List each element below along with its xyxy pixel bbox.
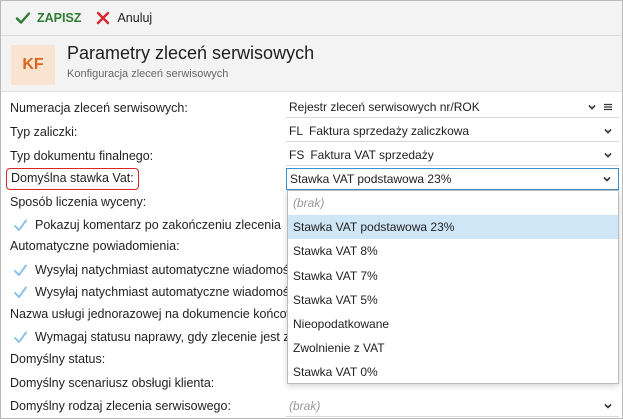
app-window: ZAPISZ Anuluj KF Parametry zleceń serwis… (0, 0, 623, 419)
typ-zaliczki-code: FL (289, 123, 304, 138)
numeracja-value: Rejestr zleceń serwisowych nr/ROK (289, 99, 480, 114)
wysylaj-email-checkbox[interactable]: Wysyłaj natychmiast automatyczne wiadomo… (13, 260, 323, 280)
pokazuj-komentarz-checkbox[interactable]: Pokazuj komentarz po zakończeniu zleceni… (13, 215, 281, 235)
numeracja-select[interactable]: Rejestr zleceń serwisowych nr/ROK (286, 96, 619, 118)
domyslny-rodzaj-label: Domyślny rodzaj zlecenia serwisowego: (10, 399, 231, 413)
nazwa-uslugi-label: Nazwa usługi jednorazowej na dokumencie … (10, 307, 316, 321)
typ-dokumentu-select[interactable]: FS Faktura VAT sprzedaży (286, 144, 619, 166)
dropdown-option[interactable]: Zwolnienie z VAT (288, 336, 618, 360)
chevron-down-icon (604, 152, 612, 158)
page-header: KF Parametry zleceń serwisowych Konfigur… (1, 36, 622, 92)
save-label: ZAPISZ (37, 11, 82, 25)
typ-dokumentu-label: Typ dokumentu finalnego: (10, 149, 154, 163)
hamburger-icon[interactable] (603, 102, 613, 112)
typ-zaliczki-value: Faktura sprzedaży zaliczkowa (309, 123, 470, 138)
wymagaj-statusu-label: Wymagaj statusu naprawy, gdy zlecenie je… (35, 330, 323, 344)
domyslny-rodzaj-value: (brak) (289, 398, 321, 413)
x-icon (97, 11, 110, 25)
stawka-vat-dropdown-list: (brak) Stawka VAT podstawowa 23% Stawka … (287, 190, 619, 384)
typ-zaliczki-select[interactable]: FL Faktura sprzedaży zaliczkowa (286, 120, 619, 142)
cancel-label: Anuluj (117, 11, 153, 25)
page-subtitle: Konfiguracja zleceń serwisowych (67, 68, 229, 80)
dropdown-option[interactable]: (brak) (288, 191, 618, 215)
dropdown-option[interactable]: Stawka VAT 5% (288, 288, 618, 312)
module-badge: KF (11, 45, 55, 85)
checkbox-checked-icon[interactable] (13, 218, 28, 233)
domyslny-rodzaj-select[interactable]: (brak) (286, 395, 619, 417)
domyslny-status-label: Domyślny status: (10, 352, 106, 366)
wysylaj-sms-checkbox[interactable]: Wysyłaj natychmiast automatyczne wiadomo… (13, 282, 329, 302)
typ-dokumentu-code: FS (289, 147, 305, 162)
check-icon (15, 12, 31, 24)
stawka-vat-label: Domyślna stawka Vat: (6, 168, 139, 190)
typ-zaliczki-label: Typ zaliczki: (10, 125, 78, 139)
checkbox-checked-icon[interactable] (13, 263, 28, 278)
dropdown-option[interactable]: Stawka VAT 7% (288, 264, 618, 288)
checkbox-checked-icon[interactable] (13, 330, 28, 345)
pokazuj-komentarz-label: Pokazuj komentarz po zakończeniu zleceni… (35, 218, 281, 232)
dropdown-option[interactable]: Stawka VAT podstawowa 23% (288, 215, 618, 240)
wymagaj-statusu-checkbox[interactable]: Wymagaj statusu naprawy, gdy zlecenie je… (13, 327, 323, 347)
auto-powiadomienia-label: Automatyczne powiadomienia: (10, 239, 180, 253)
typ-dokumentu-value: Faktura VAT sprzedaży (310, 147, 434, 162)
chevron-down-icon (603, 176, 611, 182)
dropdown-option[interactable]: Nieopodatkowane (288, 312, 618, 336)
cancel-button[interactable]: Anuluj (95, 6, 152, 30)
stawka-vat-value: Stawka VAT podstawowa 23% (290, 172, 452, 186)
sposob-liczenia-label: Sposób liczenia wyceny: (10, 195, 147, 209)
stawka-vat-select[interactable]: Stawka VAT podstawowa 23% (286, 168, 619, 190)
save-button[interactable]: ZAPISZ (15, 6, 81, 30)
dropdown-option[interactable]: Stawka VAT 8% (288, 239, 618, 263)
chevron-down-icon (604, 128, 612, 134)
checkbox-checked-icon[interactable] (13, 285, 28, 300)
toolbar: ZAPISZ Anuluj (1, 1, 622, 36)
wysylaj-sms-label: Wysyłaj natychmiast automatyczne wiadomo… (35, 285, 329, 299)
chevron-down-icon (604, 403, 612, 409)
domyslny-scenariusz-label: Domyślny scenariusz obsługi klienta: (10, 376, 215, 390)
numeracja-label: Numeracja zleceń serwisowych: (10, 101, 188, 115)
dropdown-option[interactable]: Stawka VAT 0% (288, 360, 618, 384)
page-title: Parametry zleceń serwisowych (67, 43, 315, 63)
wysylaj-email-label: Wysyłaj natychmiast automatyczne wiadomo… (35, 263, 324, 277)
chevron-down-icon (588, 104, 596, 110)
